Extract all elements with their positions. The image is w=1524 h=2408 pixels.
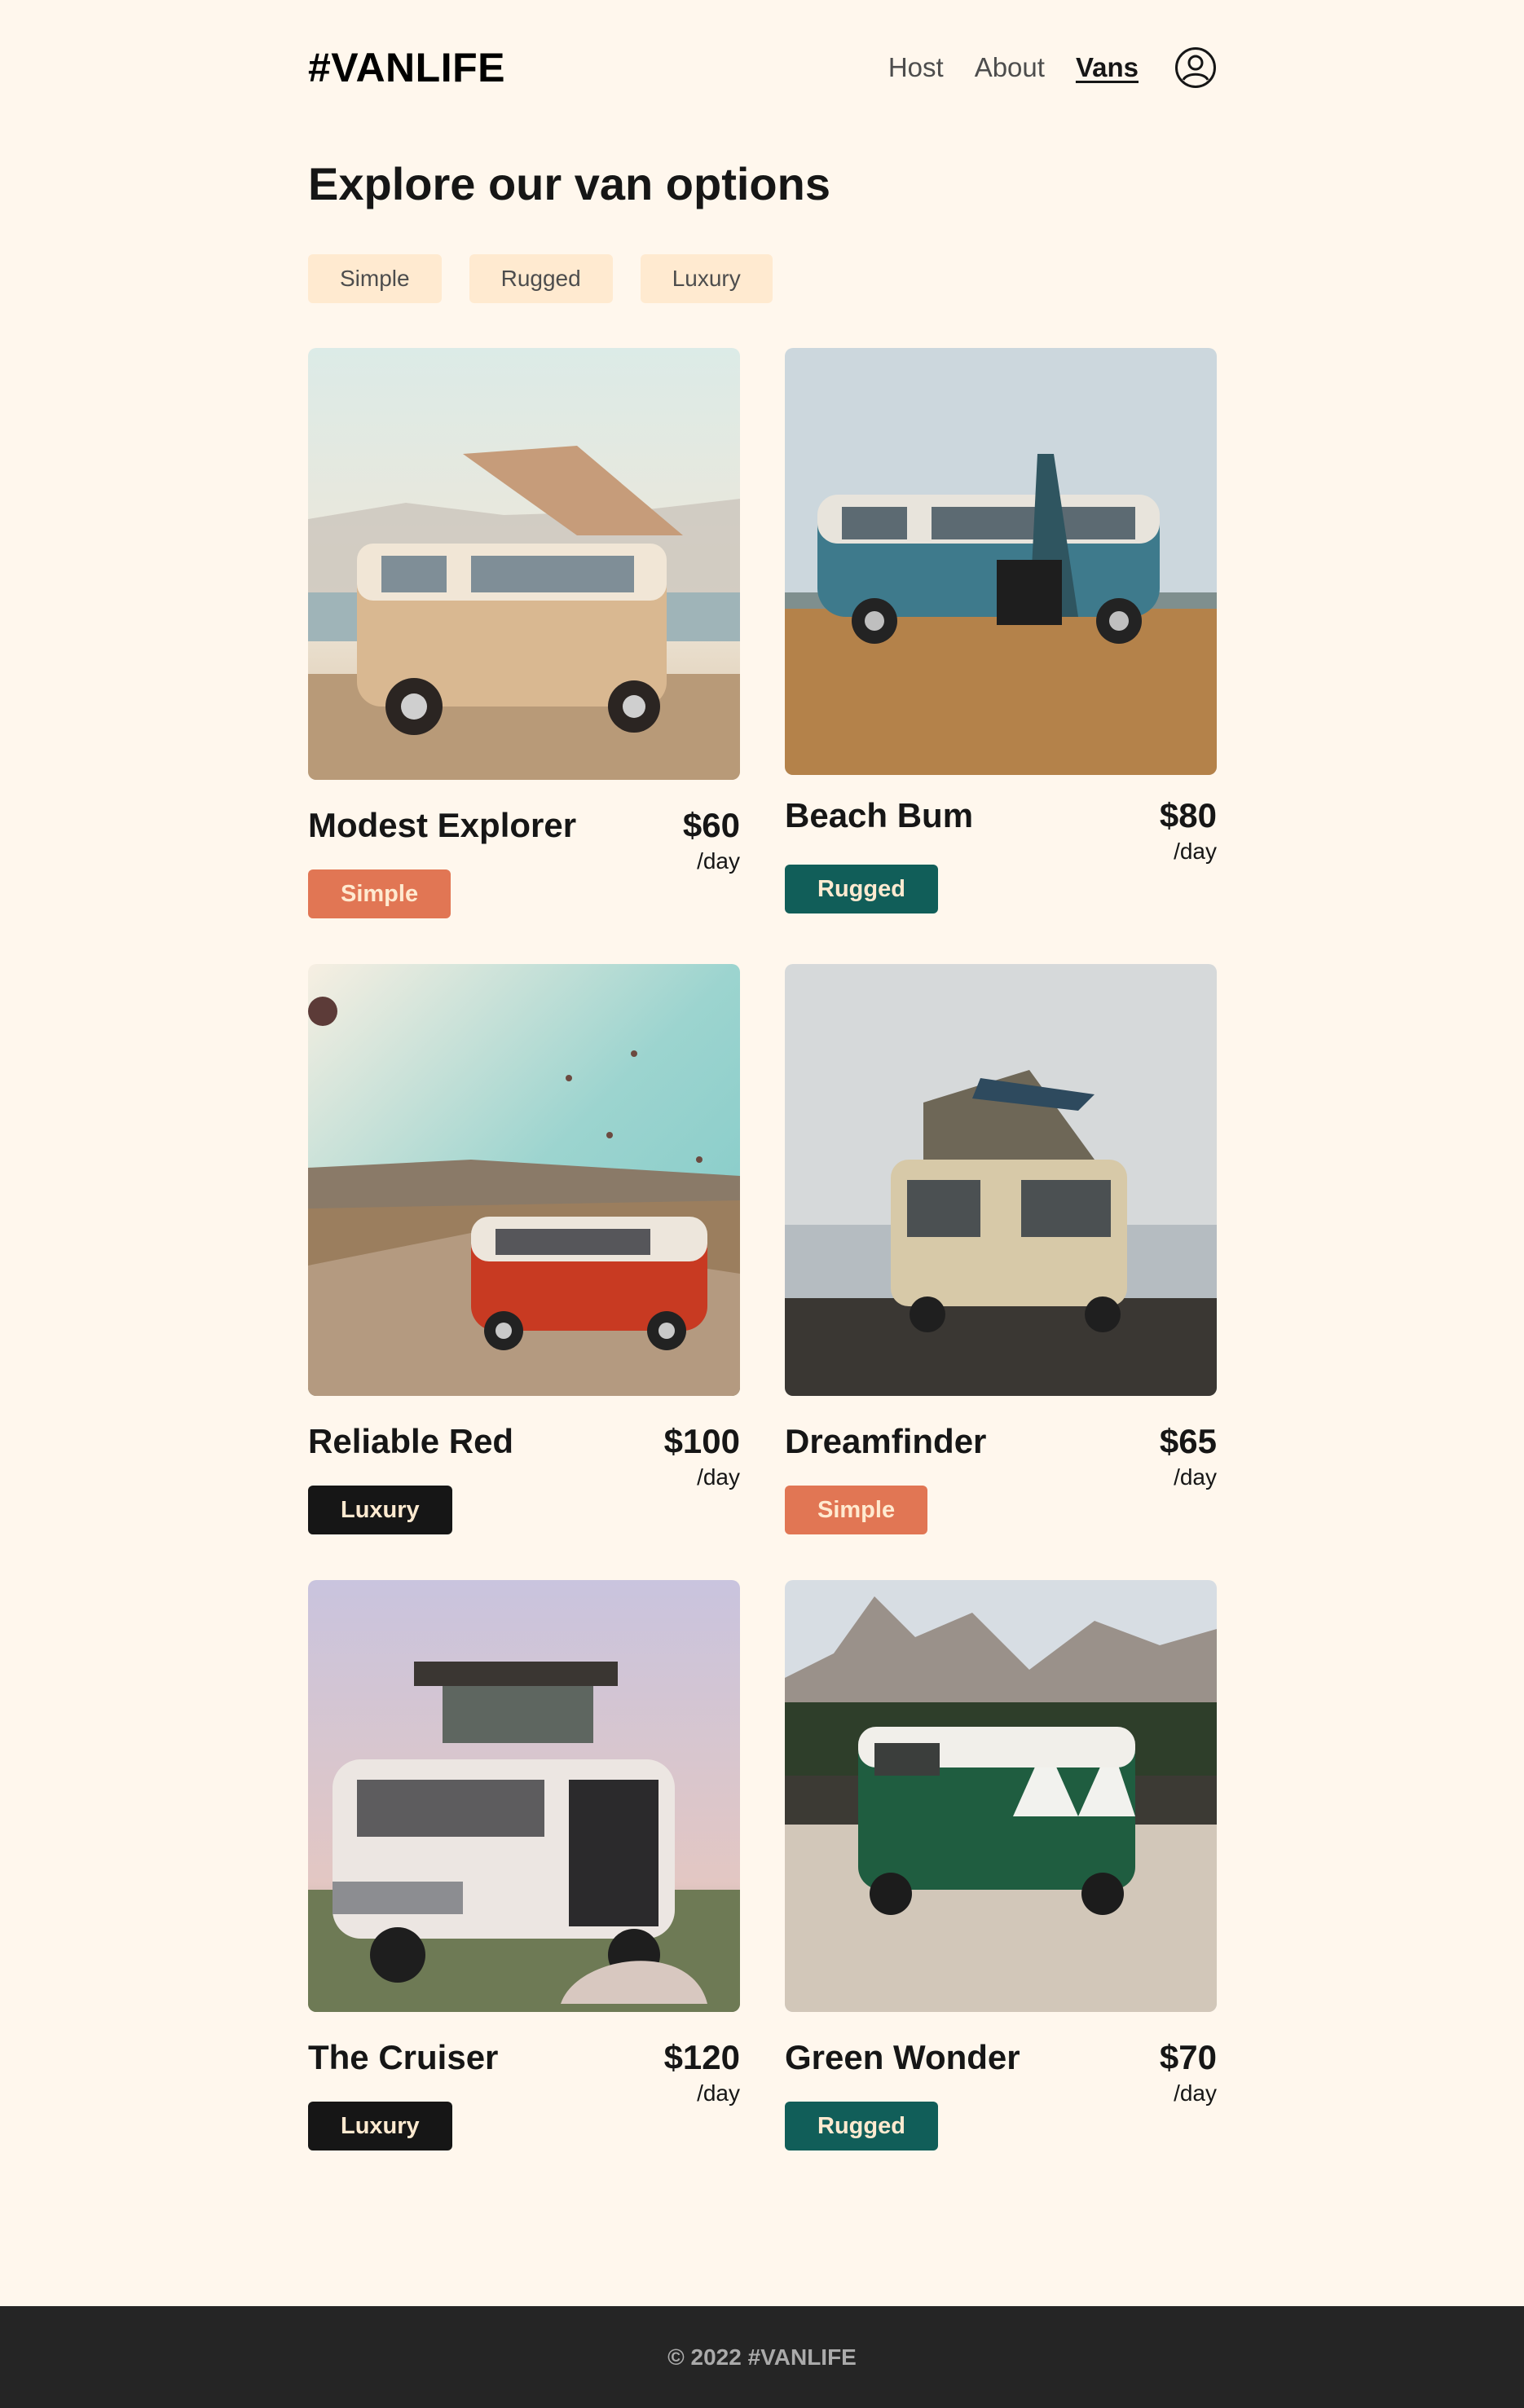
cream-van-photo[interactable]	[785, 964, 1217, 1396]
van-name: The Cruiser	[308, 2038, 499, 2076]
van-price-unit: /day	[697, 2080, 740, 2106]
filter-rugged-button[interactable]: Rugged	[469, 254, 613, 303]
van-card-beach-bum[interactable]: Beach Bum $80 /day Rugged	[785, 348, 1217, 935]
green-van-photo[interactable]	[785, 1580, 1217, 2012]
van-price-unit: /day	[1174, 2080, 1217, 2106]
van-price: $120	[663, 2038, 740, 2076]
van-name: Reliable Red	[308, 1422, 514, 1460]
main-nav: Host About Vans	[857, 41, 1217, 95]
van-card-info: Green Wonder $70 /day Rugged	[785, 2012, 1217, 2159]
filter-simple-button[interactable]: Simple	[308, 254, 442, 303]
beige-van-photo[interactable]	[308, 348, 740, 780]
nav-link-vans[interactable]: Vans	[1076, 41, 1139, 95]
van-card-reliable-red[interactable]: Reliable Red $100 /day Luxury	[308, 964, 740, 1551]
van-card-info: Dreamfinder $65 /day Simple	[785, 1396, 1217, 1543]
filter-luxury-button[interactable]: Luxury	[640, 254, 773, 303]
van-card-green-wonder[interactable]: Green Wonder $70 /day Rugged	[785, 1580, 1217, 2167]
van-card-the-cruiser[interactable]: The Cruiser $120 /day Luxury	[308, 1580, 740, 2167]
van-type-badge: Rugged	[785, 2102, 938, 2150]
van-card-info: Modest Explorer $60 /day Simple	[308, 780, 740, 927]
van-price: $80	[1159, 796, 1217, 834]
site-header: #VANLIFE Host About Vans	[308, 0, 1217, 135]
nav-link-host[interactable]: Host	[888, 41, 944, 95]
van-price-unit: /day	[1174, 1464, 1217, 1490]
van-type-badge: Luxury	[308, 1486, 452, 1534]
van-type-badge: Simple	[308, 869, 451, 918]
van-price: $70	[1159, 2038, 1217, 2076]
van-name: Green Wonder	[785, 2038, 1020, 2076]
footer-copyright: © 2022 #VANLIFE	[667, 2344, 857, 2370]
van-price-unit: /day	[697, 1464, 740, 1490]
red-van-photo[interactable]	[308, 964, 740, 1396]
van-card-info: The Cruiser $120 /day Luxury	[308, 2012, 740, 2159]
van-card-info: Reliable Red $100 /day Luxury	[308, 1396, 740, 1543]
van-name: Modest Explorer	[308, 806, 577, 844]
van-name: Dreamfinder	[785, 1422, 987, 1460]
van-type-badge: Rugged	[785, 865, 938, 913]
van-price-unit: /day	[1174, 839, 1217, 864]
site-logo[interactable]: #VANLIFE	[308, 41, 505, 95]
van-price: $65	[1159, 1422, 1217, 1460]
user-circle-icon[interactable]	[1174, 46, 1217, 89]
page-title: Explore our van options	[308, 158, 830, 209]
nav-link-about[interactable]: About	[975, 41, 1045, 95]
site-footer: © 2022 #VANLIFE	[0, 2306, 1524, 2408]
van-card-modest-explorer[interactable]: Modest Explorer $60 /day Simple	[308, 348, 740, 935]
van-type-badge: Luxury	[308, 2102, 452, 2150]
van-price: $100	[663, 1422, 740, 1460]
van-type-badge: Simple	[785, 1486, 928, 1534]
van-price: $60	[682, 806, 740, 844]
type-filters: Simple Rugged Luxury	[308, 254, 800, 303]
van-card-dreamfinder[interactable]: Dreamfinder $65 /day Simple	[785, 964, 1217, 1551]
van-name: Beach Bum	[785, 796, 974, 834]
van-card-info: Beach Bum $80 /day Rugged	[785, 775, 1217, 922]
van-price-unit: /day	[697, 848, 740, 874]
white-van-photo[interactable]	[308, 1580, 740, 2012]
blue-van-photo[interactable]	[785, 348, 1217, 775]
